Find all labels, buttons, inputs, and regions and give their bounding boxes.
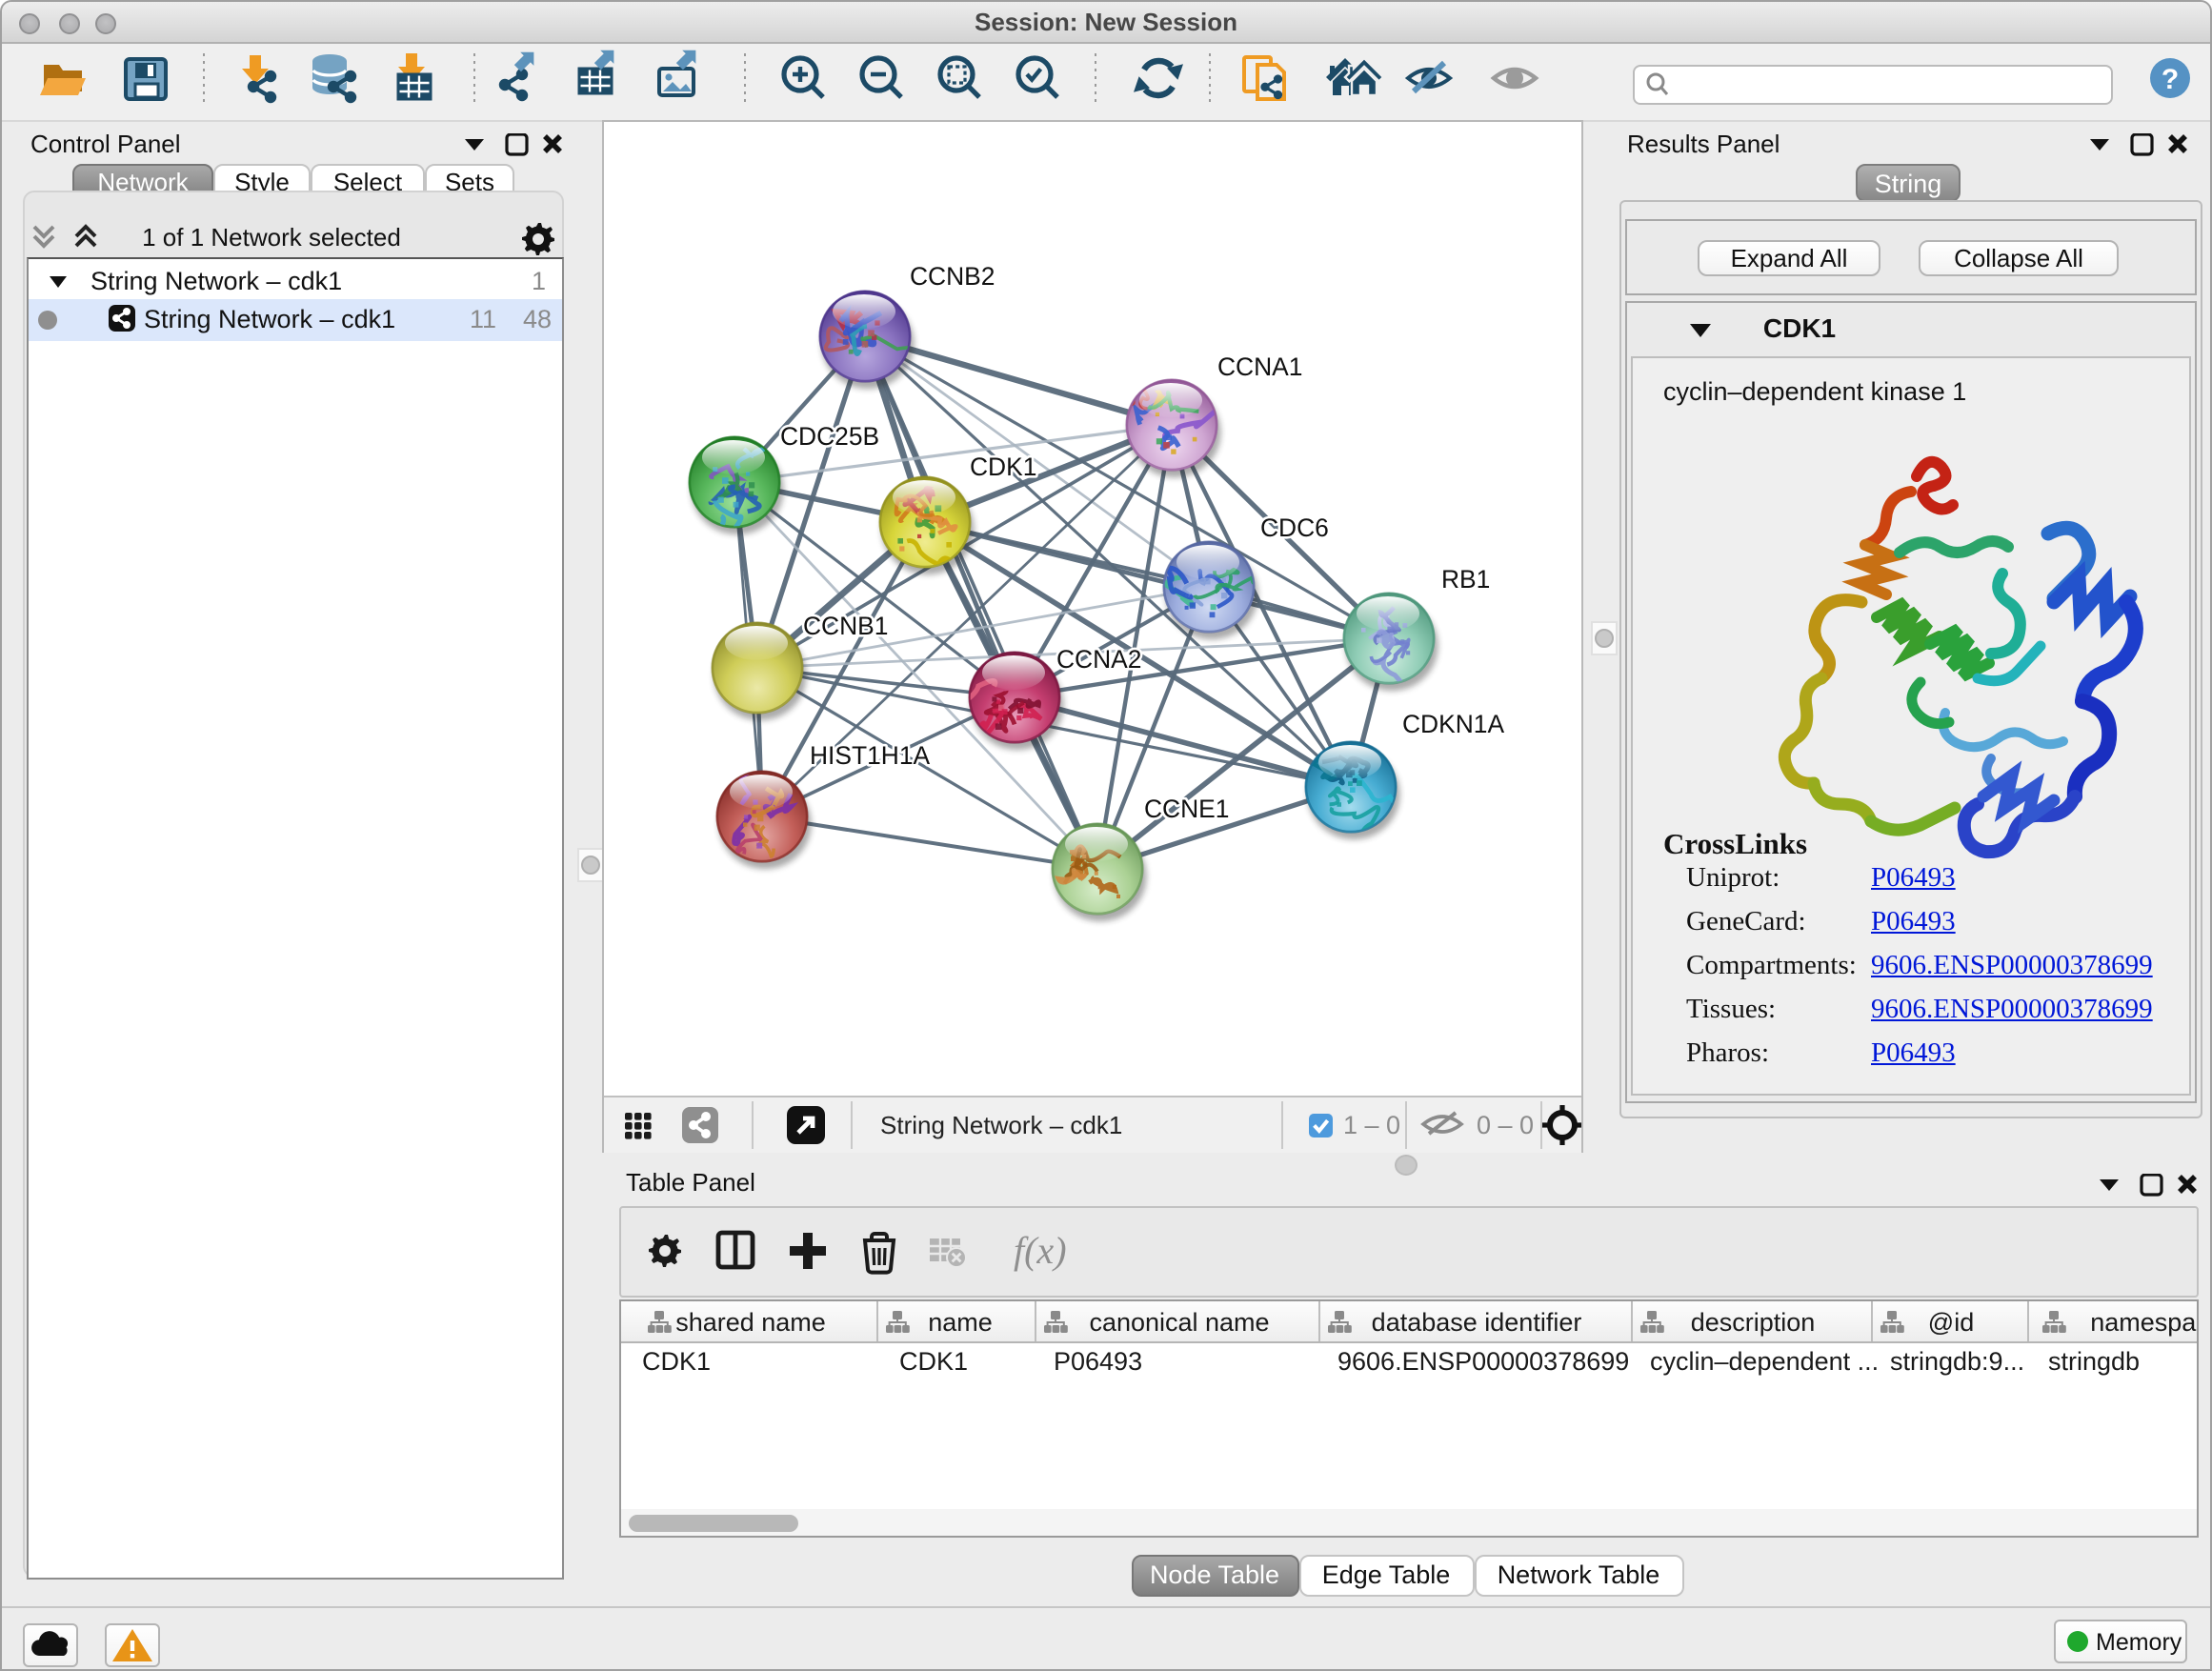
svg-text:namespace: namespace [2089,1308,2196,1337]
svg-text:description: description [1690,1308,1815,1337]
svg-text:9606.ENSP00000378699: 9606.ENSP00000378699 [1337,1347,1628,1376]
svg-text:CCNB1: CCNB1 [802,612,887,640]
svg-text:RB1: RB1 [1440,565,1489,594]
svg-text:stringdb:9...: stringdb:9... [1889,1347,2023,1376]
svg-text:CCNE1: CCNE1 [1143,795,1228,823]
svg-text:database identifier: database identifier [1371,1308,1581,1337]
svg-text:CDC6: CDC6 [1259,513,1328,542]
svg-text:P06493: P06493 [1053,1347,1141,1376]
svg-text:CDK1: CDK1 [898,1347,967,1376]
svg-text:CDK1: CDK1 [969,453,1036,481]
svg-text:CCNA1: CCNA1 [1217,352,1301,381]
svg-text:f(x): f(x) [1013,1229,1066,1272]
svg-text:1 – 0: 1 – 0 [1342,1111,1399,1139]
svg-text:shared name: shared name [674,1308,825,1337]
svg-text:CCNA2: CCNA2 [1056,645,1140,674]
svg-text:canonical name: canonical name [1088,1308,1268,1337]
svg-text:HIST1H1A: HIST1H1A [809,741,930,770]
svg-text:0 – 0: 0 – 0 [1476,1111,1533,1139]
svg-text:?: ? [2162,64,2179,95]
svg-text:@id: @id [1927,1308,1973,1337]
svg-text:CDKN1A: CDKN1A [1401,710,1503,738]
svg-text:stringdb: stringdb [2047,1347,2139,1376]
svg-text:name: name [927,1308,992,1337]
svg-text:CDC25B: CDC25B [779,422,878,451]
svg-text:cyclin–dependent ...: cyclin–dependent ... [1649,1347,1878,1376]
svg-text:CDK1: CDK1 [641,1347,710,1376]
svg-text:CCNB2: CCNB2 [909,262,994,291]
svg-text:String Network – cdk1: String Network – cdk1 [879,1111,1121,1139]
